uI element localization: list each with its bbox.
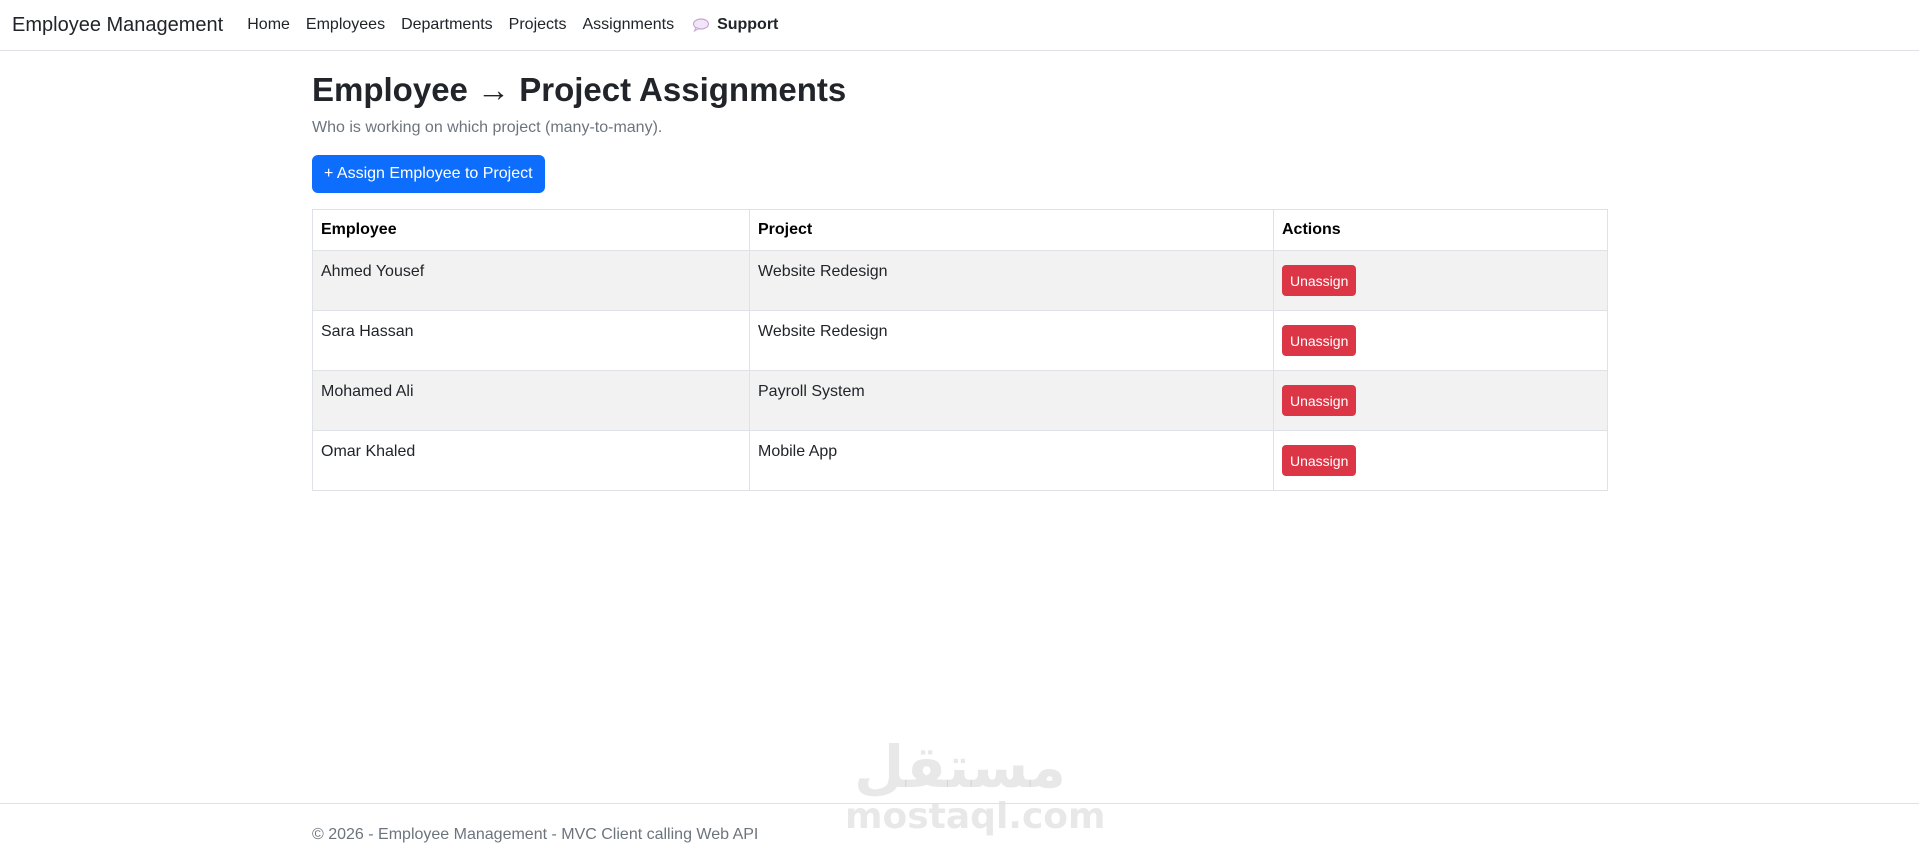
assignments-table: Employee Project Actions Ahmed Yousef We… [312,209,1608,491]
table-row: Sara Hassan Website Redesign Unassign [312,310,1608,371]
table-row: Mohamed Ali Payroll System Unassign [312,370,1608,431]
nav-link-employees[interactable]: Employees [306,16,385,34]
speech-bubble-icon [692,18,710,32]
footer-text: © 2026 - Employee Management - MVC Clien… [312,826,759,843]
page-title: Employee → Project Assignments [312,71,847,108]
actions-cell: Unassign [1273,430,1608,491]
navbar-brand[interactable]: Employee Management [12,14,223,37]
unassign-button[interactable]: Unassign [1282,325,1357,356]
nav-link-projects[interactable]: Projects [509,16,567,34]
actions-cell: Unassign [1273,370,1608,431]
support-label: Support [717,16,779,33]
employee-cell: Sara Hassan [312,310,750,371]
assign-employee-button[interactable]: + Assign Employee to Project [312,155,545,193]
column-header-project: Project [749,209,1274,251]
project-cell: Website Redesign [749,310,1274,371]
table-row: Ahmed Yousef Website Redesign Unassign [312,250,1608,311]
project-cell: Website Redesign [749,250,1274,311]
page-footer: © 2026 - Employee Management - MVC Clien… [0,803,1919,861]
column-header-employee: Employee [312,209,750,251]
main-content: Employee → Project Assignments Who is wo… [312,51,1608,491]
column-header-actions: Actions [1273,209,1608,251]
nav-link-assignments[interactable]: Assignments [582,16,674,34]
employee-cell: Omar Khaled [312,430,750,491]
employee-cell: Ahmed Yousef [312,250,750,311]
employee-cell: Mohamed Ali [312,370,750,431]
actions-cell: Unassign [1273,310,1608,371]
actions-cell: Unassign [1273,250,1608,311]
unassign-button[interactable]: Unassign [1282,385,1357,416]
nav-link-home[interactable]: Home [247,16,290,34]
page-subtitle: Who is working on which project (many-to… [312,119,663,136]
watermark-arabic-text: مستقل [853,733,1067,801]
unassign-button[interactable]: Unassign [1282,445,1357,476]
top-navbar: Employee Management Home Employees Depar… [0,0,1919,51]
nav-link-departments[interactable]: Departments [401,16,493,34]
project-cell: Mobile App [749,430,1274,491]
table-header-row: Employee Project Actions [312,209,1608,251]
nav-link-support[interactable]: Support [692,16,778,34]
unassign-button[interactable]: Unassign [1282,265,1357,296]
project-cell: Payroll System [749,370,1274,431]
table-row: Omar Khaled Mobile App Unassign [312,430,1608,491]
